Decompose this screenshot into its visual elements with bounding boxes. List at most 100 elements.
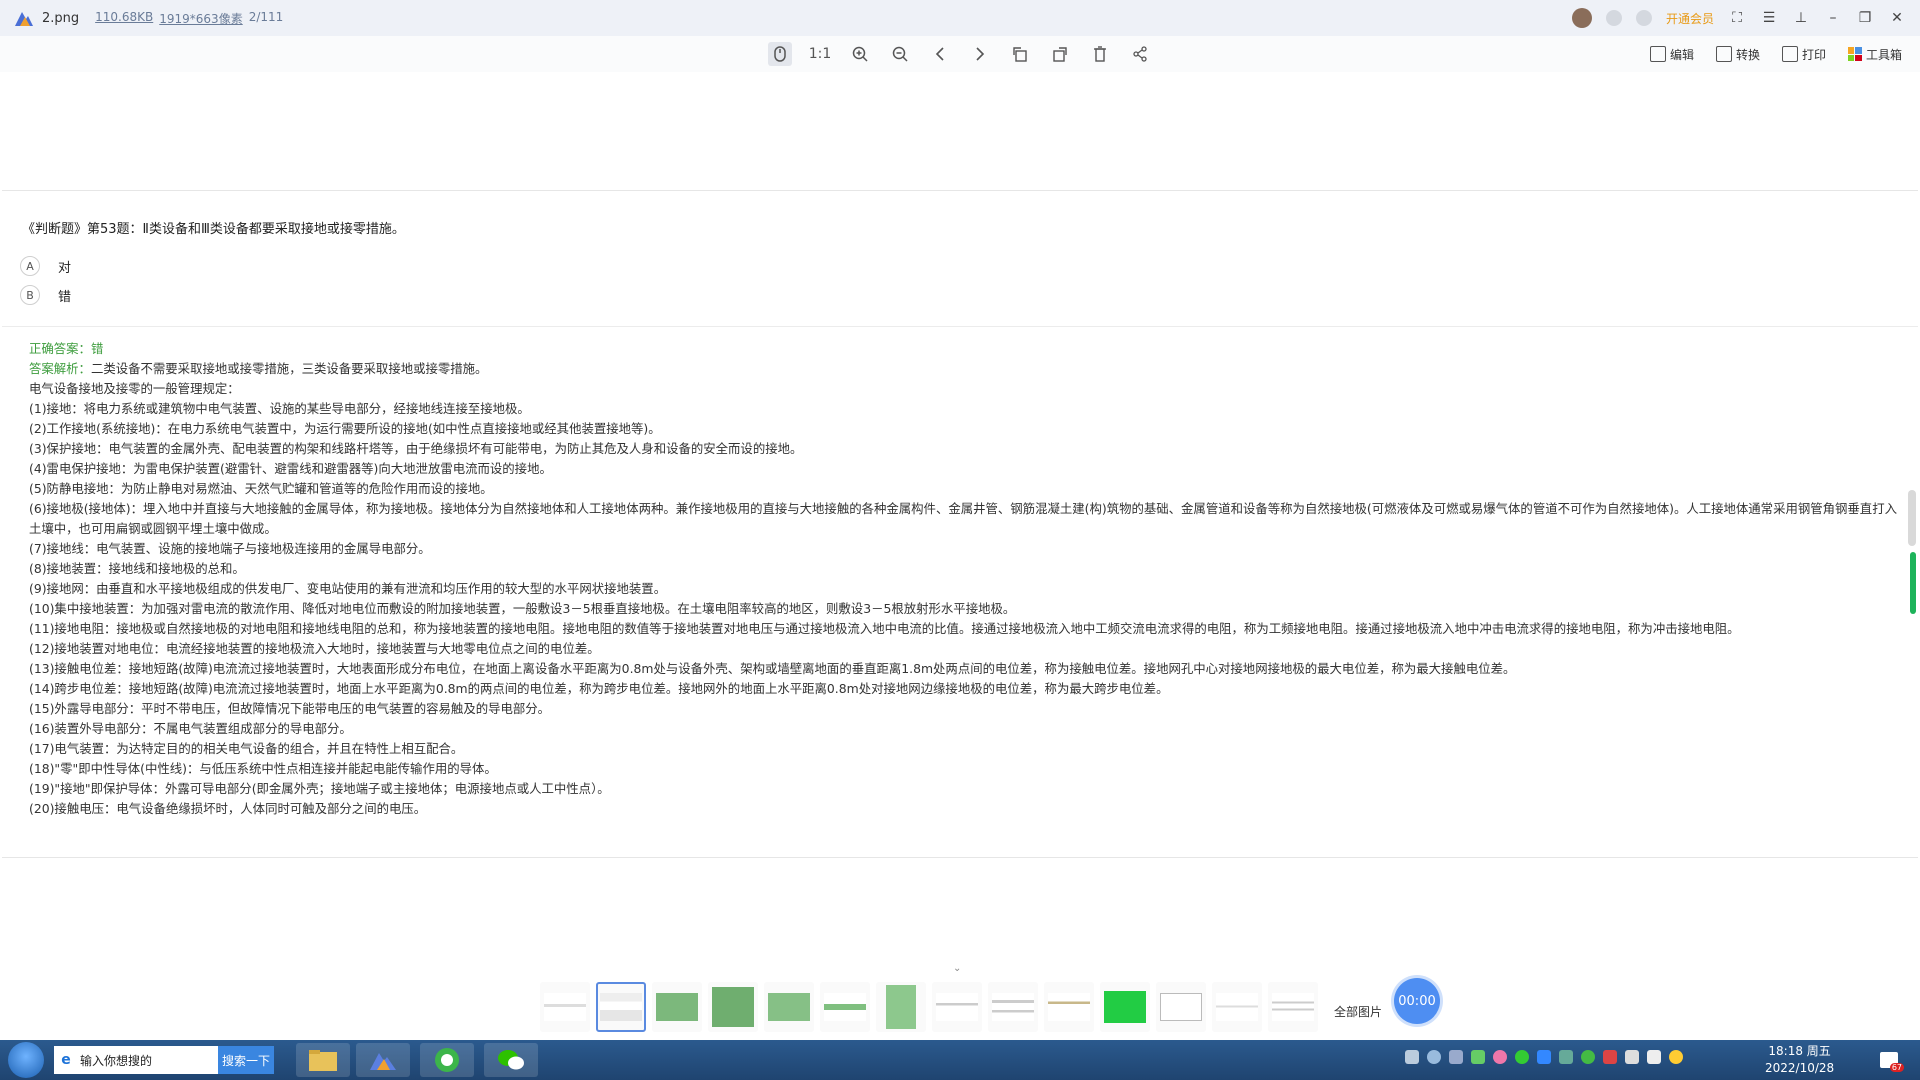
timer-button[interactable]: 00:00 xyxy=(1394,978,1440,1024)
edit-button[interactable]: 编辑 xyxy=(1649,46,1694,63)
file-resolution[interactable]: 1919*663像素 xyxy=(159,10,242,27)
thumbnail[interactable] xyxy=(1268,982,1318,1032)
browser-app[interactable] xyxy=(420,1043,474,1077)
answer-line: (5)防静电接地：为防止静电对易燃油、天然气贮罐和管道等的危险作用而设的接地。 xyxy=(29,481,493,496)
flower-icon[interactable] xyxy=(1493,1050,1507,1064)
thumbnail[interactable] xyxy=(1100,982,1150,1032)
option-letter: A xyxy=(20,256,40,276)
rotate-left-icon[interactable] xyxy=(1008,42,1032,66)
print-label: 打印 xyxy=(1801,47,1826,62)
vip-button[interactable]: 开通会员 xyxy=(1666,10,1714,27)
next-icon[interactable] xyxy=(968,42,992,66)
explorer-app[interactable] xyxy=(296,1043,350,1077)
thumbnail[interactable] xyxy=(1044,982,1094,1032)
file-info: 110.68KB 1919*663像素 2/111 xyxy=(95,10,283,27)
thumbnail[interactable] xyxy=(876,982,926,1032)
answer-line: (9)接地网：由垂直和水平接地极组成的供发电厂、变电站使用的兼有泄流和均压作用的… xyxy=(29,581,667,596)
thumbnail[interactable] xyxy=(708,982,758,1032)
side-indicator[interactable] xyxy=(1910,552,1916,614)
answer-line: (1)接地：将电力系统或建筑物中电气装置、设施的某些导电部分，经接地线连接至接地… xyxy=(29,401,530,416)
clock[interactable]: 18:18 周五 2022/10/28 xyxy=(1765,1043,1834,1077)
convert-label: 转换 xyxy=(1735,47,1760,62)
close-icon[interactable]: ✕ xyxy=(1888,9,1906,27)
correct-answer: 正确答案：错 xyxy=(29,339,1909,359)
prev-icon[interactable] xyxy=(928,42,952,66)
share-icon[interactable] xyxy=(1128,42,1152,66)
tray-app-icon[interactable] xyxy=(1559,1050,1573,1064)
thumbnail[interactable] xyxy=(1212,982,1262,1032)
analysis: 答案解析：二类设备不需要采取接地或接零措施，三类设备要采取接地或接零措施。 xyxy=(29,359,1909,379)
collapse-icon[interactable]: ⌄ xyxy=(953,963,961,974)
scrollbar[interactable] xyxy=(1908,490,1916,546)
mouse-icon[interactable] xyxy=(768,42,792,66)
network-icon[interactable] xyxy=(1625,1050,1639,1064)
answer-line: (6)接地极(接地体)：埋入地中并直接与大地接触的金属导体，称为接地极。接地体分… xyxy=(29,501,1897,536)
answer-line: (10)集中接地装置：为加强对雷电流的散流作用、降低对地电位而敷设的附加接地装置… xyxy=(29,601,1016,616)
wechat-app[interactable] xyxy=(484,1043,538,1077)
edit-label: 编辑 xyxy=(1669,47,1694,62)
zoom-in-icon[interactable] xyxy=(848,42,872,66)
thumbnail-strip xyxy=(540,982,1318,1034)
clock-date: 2022/10/28 xyxy=(1765,1061,1835,1075)
taskbar: e 输入你想搜的 搜索一下 18:18 周五 2022/10/28 67 xyxy=(0,1040,1920,1080)
wechat-tray-icon[interactable] xyxy=(1515,1050,1529,1064)
print-button[interactable]: 打印 xyxy=(1781,46,1826,63)
answer-line: 电气设备接地及接零的一般管理规定： xyxy=(29,381,240,396)
fullscreen-icon[interactable]: ⛶ xyxy=(1728,9,1746,27)
toolbox-button[interactable]: 工具箱 xyxy=(1847,46,1902,63)
file-size[interactable]: 110.68KB xyxy=(95,10,153,27)
security-icon[interactable] xyxy=(1603,1050,1617,1064)
analysis-label: 答案解析： xyxy=(29,361,91,376)
answer-line: (7)接地线：电气装置、设施的接地端子与接地极连接用的金属导电部分。 xyxy=(29,541,431,556)
avatar[interactable] xyxy=(1571,8,1592,28)
image-index: 2/111 xyxy=(248,9,284,24)
notification-count: 67 xyxy=(1889,1063,1904,1072)
clock-time: 18:18 周五 xyxy=(1768,1044,1831,1058)
file-name: 2.png xyxy=(42,10,80,26)
volume-icon[interactable] xyxy=(1647,1050,1661,1064)
browser-icon xyxy=(435,1048,459,1072)
folder-icon xyxy=(309,1050,337,1071)
delete-icon[interactable] xyxy=(1088,42,1112,66)
print-icon xyxy=(1781,46,1798,62)
thumbnail[interactable] xyxy=(764,982,814,1032)
option-b: B 错 xyxy=(20,285,71,305)
actual-size-icon[interactable]: 1:1 xyxy=(808,42,832,66)
thumbnail[interactable] xyxy=(652,982,702,1032)
ime-icon[interactable] xyxy=(1669,1050,1683,1064)
badge-icon[interactable] xyxy=(1605,10,1622,26)
thumbnail[interactable] xyxy=(1156,982,1206,1032)
help-icon[interactable] xyxy=(1427,1050,1441,1064)
taskbar-search[interactable]: e 输入你想搜的 xyxy=(54,1046,218,1074)
green-tray-icon[interactable] xyxy=(1581,1050,1595,1064)
thumbnail[interactable] xyxy=(988,982,1038,1032)
thumbnail[interactable] xyxy=(820,982,870,1032)
answer-line: (11)接地电阻：接地极或自然接地极的对地电阻和接地线电阻的总和，称为接地装置的… xyxy=(29,621,1740,636)
minimize-icon[interactable]: – xyxy=(1824,9,1842,27)
answer-line: (4)雷电保护接地：为雷电保护装置(避雷针、避雷线和避雷器等)向大地泄放雷电流而… xyxy=(29,461,552,476)
notification-icon[interactable]: 67 xyxy=(1880,1052,1904,1072)
thumbnail[interactable] xyxy=(932,982,982,1032)
pin-icon[interactable]: ⊥ xyxy=(1792,9,1810,27)
all-pictures-button[interactable]: 全部图片 xyxy=(1334,1003,1382,1020)
toolbar: 1:1 编辑 转换 打印 工具箱 xyxy=(0,36,1920,72)
image-viewer-app[interactable] xyxy=(356,1043,410,1077)
menu-icon[interactable]: ☰ xyxy=(1760,9,1778,27)
ie-icon: e xyxy=(61,1052,71,1068)
zoom-out-icon[interactable] xyxy=(888,42,912,66)
bluetooth-icon[interactable] xyxy=(1537,1050,1551,1064)
system-tray xyxy=(1405,1050,1683,1064)
convert-button[interactable]: 转换 xyxy=(1715,46,1760,63)
settings-icon[interactable] xyxy=(1449,1050,1463,1064)
battery-icon[interactable] xyxy=(1471,1050,1485,1064)
thumbnail[interactable] xyxy=(540,982,590,1032)
rotate-right-icon[interactable] xyxy=(1048,42,1072,66)
member-icon[interactable] xyxy=(1635,10,1652,26)
start-button[interactable] xyxy=(8,1042,44,1078)
answer-line: (14)跨步电位差：接地短路(故障)电流流过接地装置时，地面上水平距离为0.8m… xyxy=(29,681,1169,696)
restore-icon[interactable]: ❐ xyxy=(1856,9,1874,27)
app-logo-icon xyxy=(15,12,33,26)
keyboard-icon[interactable] xyxy=(1405,1050,1419,1064)
thumbnail-selected[interactable] xyxy=(596,982,646,1032)
search-button[interactable]: 搜索一下 xyxy=(218,1046,274,1074)
